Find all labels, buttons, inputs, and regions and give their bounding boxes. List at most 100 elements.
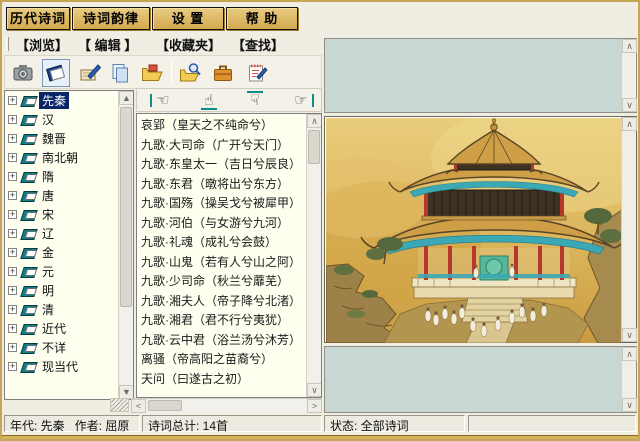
poem-list-item[interactable]: 九歌·东君（暾将出兮东方）	[137, 173, 321, 193]
scroll-up-icon[interactable]: ∧	[622, 117, 637, 131]
menu-rhythm-button[interactable]: 诗词韵律	[72, 7, 150, 30]
poem-title-area[interactable]: ∧ ∨	[324, 38, 637, 113]
poem-text-area[interactable]: ∧ ∨	[324, 346, 637, 413]
poem-list-item[interactable]: 哀郢（皇天之不纯命兮）	[137, 114, 321, 134]
status-state-label: 状态: 全部诗词	[330, 419, 409, 433]
title-area-scrollbar[interactable]: ∧ ∨	[621, 39, 637, 112]
tree-item-weijin[interactable]: + 魏晋	[5, 129, 133, 148]
scroll-left-icon[interactable]: <	[131, 399, 146, 413]
poem-list-item[interactable]: 离骚（帝高阳之苗裔兮）	[137, 348, 321, 368]
tree-item-xiandangdai[interactable]: + 现当代	[5, 357, 133, 376]
scroll-down-icon[interactable]: ▼	[119, 385, 133, 399]
toolbar-grip[interactable]	[6, 37, 9, 51]
status-total: 诗词总计: 14首	[142, 415, 322, 433]
briefcase-button[interactable]	[209, 59, 237, 87]
notepad-icon	[249, 64, 268, 82]
nav-bar-accent	[312, 94, 314, 107]
window-bottom-edge	[0, 435, 640, 441]
nav-bar-accent	[201, 108, 217, 110]
expand-icon[interactable]: +	[8, 191, 17, 200]
scroll-right-icon[interactable]: >	[307, 399, 322, 413]
status-era: 年代: 先秦	[10, 419, 65, 433]
book-icon	[21, 113, 36, 126]
browse-book-button[interactable]	[42, 59, 70, 87]
expand-icon[interactable]: +	[8, 210, 17, 219]
text-area-scrollbar[interactable]: ∧ ∨	[621, 347, 637, 412]
poem-list-item[interactable]: 九歌·大司命（广开兮天门）	[137, 134, 321, 154]
tab-edit[interactable]: 【 编辑 】	[78, 35, 137, 54]
expand-icon[interactable]: +	[8, 305, 17, 314]
scroll-thumb[interactable]	[308, 130, 320, 164]
expand-icon[interactable]: +	[8, 343, 17, 352]
search-folder-button[interactable]	[176, 59, 204, 87]
scroll-up-icon[interactable]: ∧	[622, 39, 637, 53]
poem-list-hscrollbar[interactable]: < >	[131, 398, 322, 413]
tree-item-buxiang[interactable]: + 不详	[5, 338, 133, 357]
poem-list-item[interactable]: 九歌·少司命（秋兰兮蘼芜）	[137, 270, 321, 290]
menu-help-button[interactable]: 帮 助	[226, 7, 298, 30]
scroll-thumb[interactable]	[148, 400, 182, 411]
last-record-button[interactable]: ☞	[287, 90, 315, 111]
tree-item-yuan[interactable]: + 元	[5, 262, 133, 281]
tree-item-tang[interactable]: + 唐	[5, 186, 133, 205]
expand-icon[interactable]: +	[8, 362, 17, 371]
painting-scrollbar[interactable]: ∧ ∨	[621, 117, 637, 342]
scroll-down-icon[interactable]: ∨	[622, 398, 637, 412]
poem-list-item[interactable]: 九歌·山鬼（若有人兮山之阿）	[137, 251, 321, 271]
scroll-down-icon[interactable]: ∨	[622, 98, 637, 112]
expand-icon[interactable]: +	[8, 286, 17, 295]
tree-item-jindai[interactable]: + 近代	[5, 319, 133, 338]
poem-list-item[interactable]: 天问（曰遂古之初）	[137, 368, 321, 388]
menu-settings-button[interactable]: 设 置	[152, 7, 224, 30]
camera-button[interactable]	[9, 59, 37, 87]
scroll-up-icon[interactable]: ▲	[119, 91, 133, 105]
expand-icon[interactable]: +	[8, 267, 17, 276]
expand-icon[interactable]: +	[8, 115, 17, 124]
scroll-down-icon[interactable]: ∨	[307, 383, 321, 397]
notepad-button[interactable]	[243, 59, 271, 87]
tree-scrollbar[interactable]: ▲ ▼	[118, 91, 133, 399]
expand-icon[interactable]: +	[8, 96, 17, 105]
tree-item-xianqin[interactable]: + 先秦	[5, 91, 133, 110]
poem-list-item[interactable]: 九歌·湘君（君不行兮夷犹）	[137, 309, 321, 329]
tree-item-han[interactable]: + 汉	[5, 110, 133, 129]
poem-list-item[interactable]: 九歌·河伯（与女游兮九河）	[137, 212, 321, 232]
tab-favorites[interactable]: 【收藏夹】	[156, 35, 221, 54]
copy-button[interactable]	[106, 59, 134, 87]
tree-item-song[interactable]: + 宋	[5, 205, 133, 224]
tree-item-nanbeichao[interactable]: + 南北朝	[5, 148, 133, 167]
poem-list-item[interactable]: 九歌·礼魂（成礼兮会鼓）	[137, 231, 321, 251]
tree-item-ming[interactable]: + 明	[5, 281, 133, 300]
poem-list: 哀郢（皇天之不纯命兮） 九歌·大司命（广开兮天门） 九歌·东皇太一（吉日兮辰良）…	[136, 113, 322, 398]
tab-browse[interactable]: 【浏览】	[16, 35, 68, 54]
open-folder-button[interactable]	[138, 59, 166, 87]
tree-item-jin[interactable]: + 金	[5, 243, 133, 262]
expand-icon[interactable]: +	[8, 153, 17, 162]
poem-list-item[interactable]: 九歌·云中君（浴兰汤兮沐芳）	[137, 329, 321, 349]
expand-icon[interactable]: +	[8, 324, 17, 333]
scroll-thumb[interactable]	[120, 107, 132, 307]
poem-list-item[interactable]: 九歌·湘夫人（帝子降兮北渚）	[137, 290, 321, 310]
expand-icon[interactable]: +	[8, 134, 17, 143]
scroll-up-icon[interactable]: ∧	[622, 347, 637, 361]
tree-item-qing[interactable]: + 清	[5, 300, 133, 319]
expand-icon[interactable]: +	[8, 229, 17, 238]
poem-list-scrollbar[interactable]: ∧ ∨	[306, 114, 321, 397]
book-icon	[46, 64, 66, 82]
tree-item-liao[interactable]: + 辽	[5, 224, 133, 243]
poem-list-item[interactable]: 九歌·东皇太一（吉日兮辰良）	[137, 153, 321, 173]
tab-search[interactable]: 【查找】	[232, 35, 284, 54]
scroll-down-icon[interactable]: ∨	[622, 328, 637, 342]
tree-item-label: 不详	[42, 341, 67, 355]
first-record-button[interactable]: ☜	[149, 90, 177, 111]
expand-icon[interactable]: +	[8, 172, 17, 181]
expand-icon[interactable]: +	[8, 248, 17, 257]
resize-grip[interactable]	[110, 398, 129, 412]
next-record-button[interactable]: ☟	[241, 90, 269, 111]
prev-record-button[interactable]: ☝	[195, 90, 223, 111]
poem-list-item[interactable]: 九歌·国殇（操吴戈兮被犀甲）	[137, 192, 321, 212]
menu-poems-button[interactable]: 历代诗词	[6, 7, 70, 30]
tree-item-sui[interactable]: + 隋	[5, 167, 133, 186]
scroll-up-icon[interactable]: ∧	[307, 114, 321, 128]
edit-poem-button[interactable]	[76, 59, 104, 87]
